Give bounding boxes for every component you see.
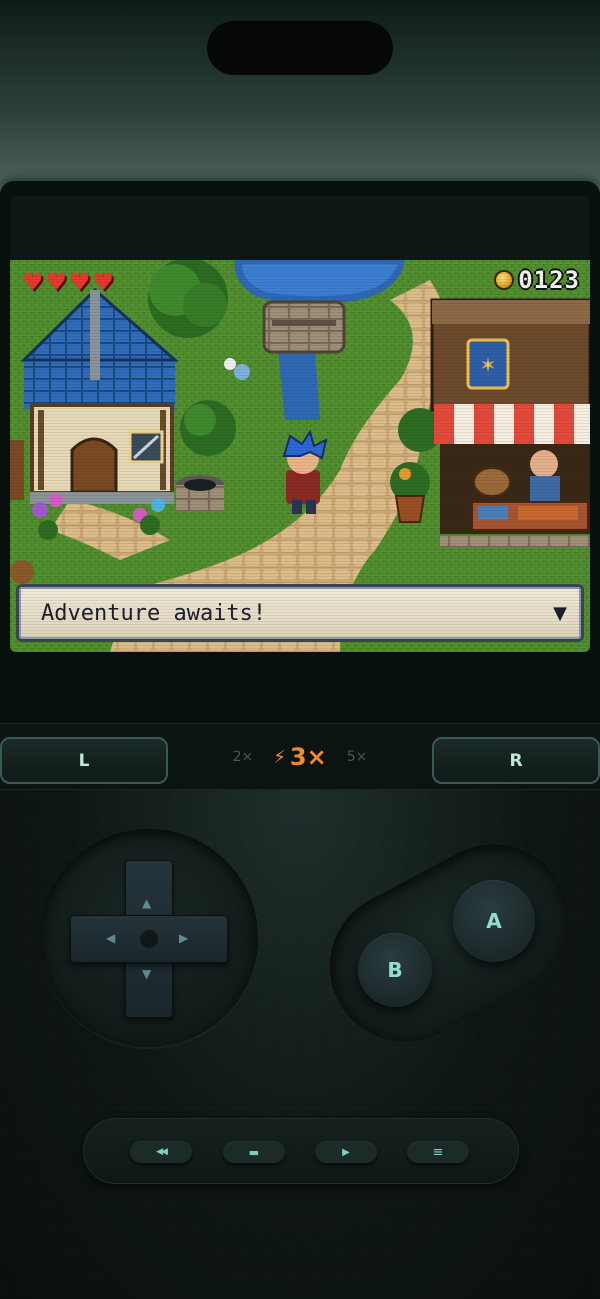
- game-scene: ✶ ♥ ♥ ♥ ♥ 0123 Adventure awaits! ▼: [10, 260, 590, 652]
- dpad-center: [140, 930, 158, 948]
- a-button[interactable]: A: [453, 880, 535, 962]
- speed-option-5x[interactable]: 5×: [347, 749, 368, 765]
- dialog-box[interactable]: Adventure awaits! ▼: [16, 584, 584, 642]
- play-icon: ▶: [342, 1146, 350, 1158]
- dpad-right-icon[interactable]: ▶: [179, 931, 188, 945]
- b-button-label: B: [387, 958, 403, 982]
- speed-active-label: 3×: [289, 743, 327, 771]
- speed-option-3x[interactable]: ⚡ 3×: [273, 743, 326, 771]
- stop-icon: ▬: [248, 1145, 260, 1159]
- coin-count: 0123: [518, 266, 580, 294]
- coin-counter: 0123: [494, 266, 580, 294]
- health-hearts: ♥ ♥ ♥ ♥: [22, 268, 114, 296]
- rewind-icon: ◀◀: [156, 1147, 168, 1157]
- dpad-up-icon[interactable]: ▲: [142, 896, 151, 910]
- b-button[interactable]: B: [358, 933, 432, 1007]
- lightning-icon: ⚡: [273, 746, 286, 768]
- menu-button[interactable]: ≡: [407, 1141, 469, 1163]
- r-shoulder-label: R: [509, 750, 523, 771]
- svg-text:✶: ✶: [480, 353, 497, 377]
- dpad-left-icon[interactable]: ◀: [106, 931, 115, 945]
- l-shoulder-label: L: [78, 750, 90, 771]
- speed-selector: 2× ⚡ 3× 5×: [200, 740, 400, 774]
- stop-button[interactable]: ▬: [223, 1141, 285, 1163]
- heart-icon: ♥: [45, 268, 68, 296]
- a-button-label: A: [486, 909, 502, 933]
- heart-icon: ♥: [22, 268, 44, 296]
- dpad-down-icon[interactable]: ▼: [142, 967, 151, 981]
- heart-icon: ♥: [69, 268, 91, 296]
- coin-icon: [494, 270, 515, 290]
- continue-arrow-icon[interactable]: ▼: [553, 603, 567, 624]
- r-shoulder-button[interactable]: R: [432, 737, 600, 784]
- l-shoulder-button[interactable]: L: [0, 737, 168, 784]
- game-screen[interactable]: ✶ ♥ ♥ ♥ ♥ 0123 Adventure awaits! ▼: [10, 196, 590, 652]
- play-button[interactable]: ▶: [315, 1141, 377, 1163]
- camera-notch: [207, 21, 393, 75]
- heart-icon: ♥: [92, 268, 115, 296]
- menu-icon: ≡: [432, 1144, 444, 1160]
- rewind-button[interactable]: ◀◀: [130, 1141, 192, 1163]
- dialog-text: Adventure awaits!: [41, 600, 267, 626]
- speed-option-2x[interactable]: 2×: [233, 749, 254, 765]
